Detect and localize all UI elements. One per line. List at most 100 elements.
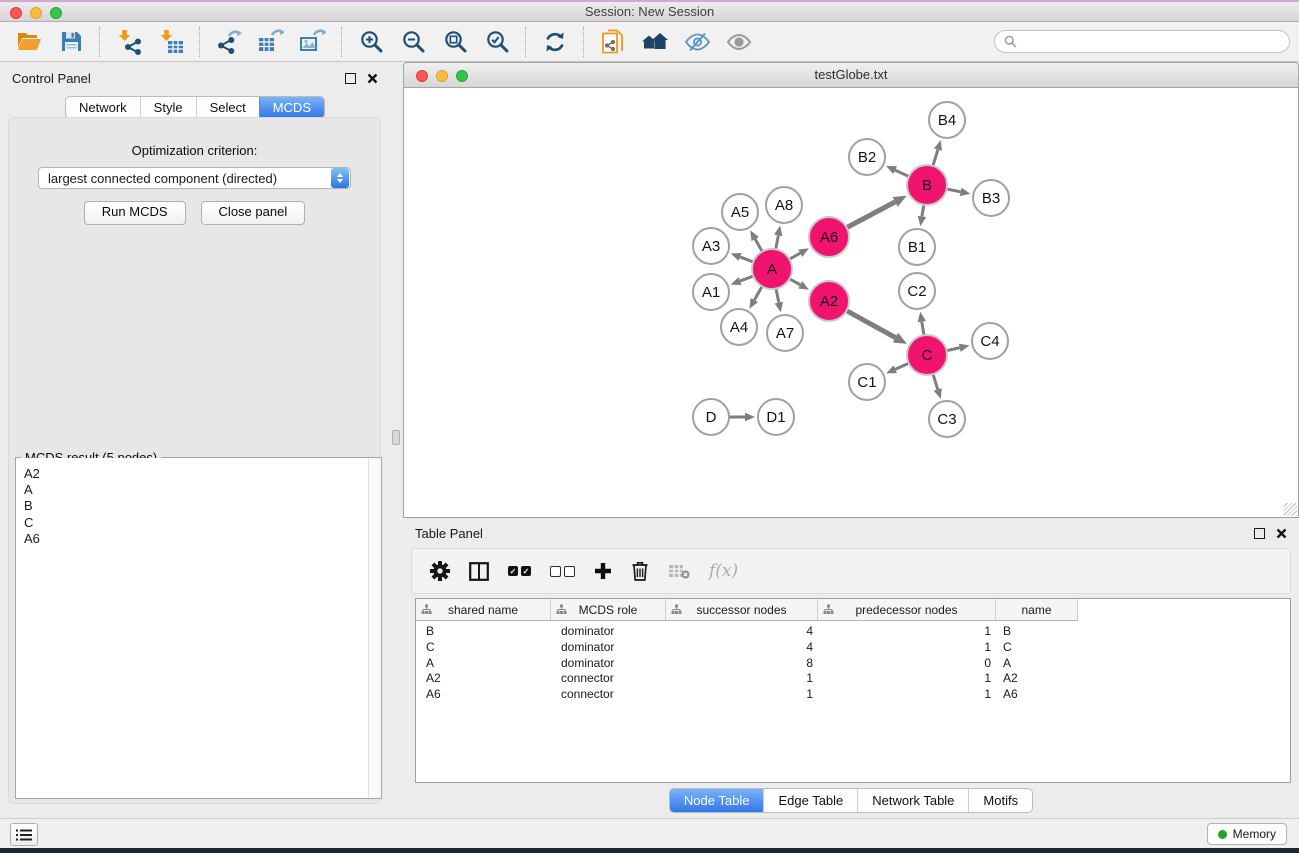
tab-network[interactable]: Network [66, 97, 140, 118]
criterion-dropdown[interactable]: largest connected component (directed) [38, 167, 351, 189]
result-item[interactable]: A2 [24, 466, 368, 482]
add-icon[interactable] [594, 562, 612, 580]
splitter-handle[interactable] [392, 430, 400, 445]
float-table-panel-icon[interactable] [1254, 528, 1265, 539]
table-panel-tabs: Node TableEdge TableNetwork TableMotifs [669, 788, 1033, 813]
cell: A2 [416, 671, 551, 687]
delete-table-icon [668, 563, 690, 579]
svg-text:A2: A2 [820, 293, 838, 310]
column-header-MCDS-role[interactable]: MCDS role [551, 599, 666, 620]
svg-text:B4: B4 [938, 112, 956, 129]
import-table-icon[interactable] [150, 25, 192, 59]
deselect-all-icon[interactable] [550, 566, 575, 577]
cell: 1 [666, 671, 818, 687]
cell: connector [551, 687, 666, 703]
cell: B [416, 624, 551, 640]
open-session-icon[interactable] [8, 25, 50, 59]
network-close-button[interactable] [416, 70, 428, 82]
network-view[interactable]: B4B2BB3A8A5A6A3B1AA1C2A2A4A7C4CC1DD1C3 [403, 88, 1299, 518]
svg-text:D: D [706, 409, 717, 426]
zoom-in-icon[interactable] [350, 25, 392, 59]
toolbar-separator [199, 27, 201, 57]
tab-mcds[interactable]: MCDS [259, 97, 324, 118]
show-details-eye-icon[interactable] [718, 25, 760, 59]
tab-node-table[interactable]: Node Table [670, 789, 764, 812]
svg-text:A7: A7 [776, 325, 794, 342]
search-icon [1004, 35, 1017, 48]
cell: A [996, 656, 1078, 672]
column-header-name[interactable]: name [996, 599, 1078, 620]
main-toolbar [0, 22, 1299, 62]
control-panel-title: Control Panel [12, 71, 91, 86]
optimization-criterion-label: Optimization criterion: [9, 143, 380, 158]
svg-text:C1: C1 [857, 374, 876, 391]
column-header-shared-name[interactable]: shared name [416, 599, 551, 620]
network-minimize-button[interactable] [436, 70, 448, 82]
cell: 4 [666, 624, 818, 640]
memory-button[interactable]: Memory [1207, 823, 1287, 845]
close-panel-button[interactable]: Close panel [201, 201, 306, 225]
save-session-icon[interactable] [50, 25, 92, 59]
export-network-icon[interactable] [208, 25, 250, 59]
resize-grip-icon[interactable] [1284, 503, 1297, 516]
zoom-out-icon[interactable] [392, 25, 434, 59]
svg-text:B2: B2 [858, 149, 876, 166]
network-from-selection-icon[interactable] [592, 25, 634, 59]
task-history-button[interactable] [10, 823, 38, 846]
svg-text:A: A [767, 261, 777, 278]
hide-details-eye-icon[interactable] [676, 25, 718, 59]
import-network-icon[interactable] [108, 25, 150, 59]
result-item[interactable]: B [24, 498, 368, 514]
result-item[interactable]: A6 [24, 531, 368, 547]
run-mcds-button[interactable]: Run MCDS [84, 201, 186, 225]
tab-network-table[interactable]: Network Table [857, 789, 968, 812]
float-panel-icon[interactable] [345, 73, 356, 84]
result-scrollbar[interactable] [368, 458, 381, 798]
table-settings-gear-icon[interactable] [430, 561, 450, 581]
zoom-window-button[interactable] [50, 7, 62, 19]
export-image-icon[interactable] [292, 25, 334, 59]
result-item[interactable]: A [24, 482, 368, 498]
column-header-predecessor-nodes[interactable]: predecessor nodes [818, 599, 996, 620]
result-item[interactable]: C [24, 515, 368, 531]
network-canvas[interactable]: B4B2BB3A8A5A6A3B1AA1C2A2A4A7C4CC1DD1C3 [404, 88, 1298, 516]
criterion-value: largest connected component (directed) [39, 171, 331, 186]
home-icon[interactable] [634, 25, 676, 59]
search-input[interactable] [1022, 34, 1280, 50]
cell: A6 [996, 687, 1078, 703]
table-row[interactable]: A6connector11A6 [416, 687, 1290, 703]
zoom-fit-icon[interactable] [434, 25, 476, 59]
close-table-panel-icon[interactable] [1276, 528, 1287, 539]
zoom-selected-icon[interactable] [476, 25, 518, 59]
table-header-row: shared nameMCDS rolesuccessor nodesprede… [416, 599, 1078, 621]
network-window-title: testGlobe.txt [815, 67, 888, 82]
node-table[interactable]: shared nameMCDS rolesuccessor nodesprede… [415, 598, 1291, 783]
table-row[interactable]: A2connector11A2 [416, 671, 1290, 687]
table-panel: Table Panel ✓✓ f(x) shared nameMCDS role… [403, 520, 1299, 818]
close-panel-icon[interactable] [367, 73, 378, 84]
table-row[interactable]: Bdominator41B [416, 624, 1290, 640]
show-columns-icon[interactable] [469, 562, 489, 581]
export-table-icon[interactable] [250, 25, 292, 59]
table-row[interactable]: Cdominator41C [416, 640, 1290, 656]
toolbar-separator [525, 27, 527, 57]
tab-select[interactable]: Select [196, 97, 259, 118]
network-zoom-button[interactable] [456, 70, 468, 82]
svg-text:B: B [922, 177, 932, 194]
select-all-icon[interactable]: ✓✓ [508, 566, 531, 576]
network-window: testGlobe.txt B4B2BB3A8A5A6A3B1AA1C2A2A4… [403, 62, 1299, 518]
close-window-button[interactable] [10, 7, 22, 19]
tab-style[interactable]: Style [140, 97, 196, 118]
tab-edge-table[interactable]: Edge Table [763, 789, 857, 812]
tab-motifs[interactable]: Motifs [968, 789, 1032, 812]
column-header-successor-nodes[interactable]: successor nodes [666, 599, 818, 620]
table-row[interactable]: Adominator80A [416, 656, 1290, 672]
cell: 1 [818, 671, 996, 687]
control-panel: Control Panel NetworkStyleSelectMCDS Opt… [0, 62, 390, 818]
apply-layout-icon[interactable] [534, 25, 576, 59]
cell: 1 [666, 687, 818, 703]
window-title: Session: New Session [585, 4, 714, 19]
search-field[interactable] [994, 30, 1290, 53]
minimize-window-button[interactable] [30, 7, 42, 19]
delete-trash-icon[interactable] [631, 561, 649, 581]
